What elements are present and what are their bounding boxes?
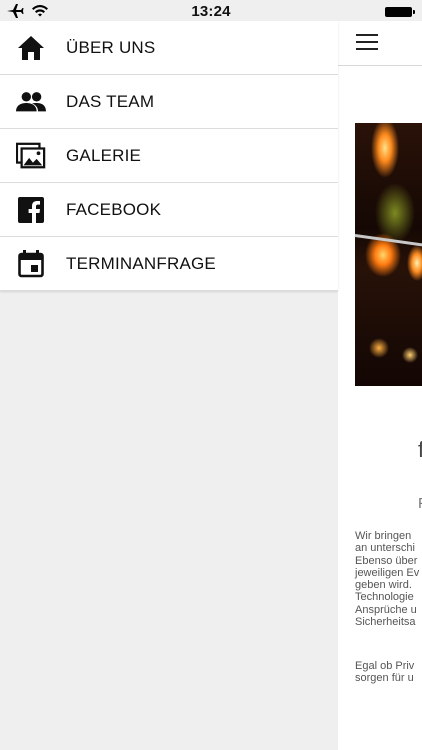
menu-item-terminanfrage[interactable]: TERMINANFRAGE xyxy=(0,237,338,291)
home-icon xyxy=(16,33,46,63)
hero-image-divider xyxy=(354,234,422,250)
content-paragraph-2: Egal ob Priv sorgen für u xyxy=(355,660,415,685)
content-subheading: F xyxy=(418,495,422,512)
battery-icon xyxy=(385,7,415,17)
menu-item-label: GALERIE xyxy=(66,145,142,165)
calendar-icon xyxy=(16,249,46,279)
status-bar: 13:24 xyxy=(0,0,422,21)
content-panel: f F Wir bringen an unterschi Ebenso über… xyxy=(338,0,422,750)
facebook-icon xyxy=(16,195,46,225)
people-icon xyxy=(16,87,46,117)
content-header xyxy=(338,21,422,66)
menu-item-label: ÜBER UNS xyxy=(66,37,156,57)
menu-item-label: FACEBOOK xyxy=(66,199,162,219)
navigation-drawer: ÜBER UNS DAS TEAM GALERIE FACEBOOK TERMI… xyxy=(0,21,338,750)
hamburger-icon[interactable] xyxy=(356,34,380,52)
menu-list: ÜBER UNS DAS TEAM GALERIE FACEBOOK TERMI… xyxy=(0,21,338,291)
menu-item-label: TERMINANFRAGE xyxy=(66,253,216,273)
hero-image xyxy=(354,123,422,386)
content-paragraph-1: Wir bringen an unterschi Ebenso über jew… xyxy=(355,530,420,629)
menu-item-das-team[interactable]: DAS TEAM xyxy=(0,75,338,129)
menu-item-galerie[interactable]: GALERIE xyxy=(0,129,338,183)
content-heading: f xyxy=(418,437,422,462)
menu-item-facebook[interactable]: FACEBOOK xyxy=(0,183,338,237)
menu-item-ueber-uns[interactable]: ÜBER UNS xyxy=(0,21,338,75)
gallery-icon xyxy=(16,141,46,171)
status-time: 13:24 xyxy=(191,3,231,20)
menu-item-label: DAS TEAM xyxy=(66,91,155,111)
